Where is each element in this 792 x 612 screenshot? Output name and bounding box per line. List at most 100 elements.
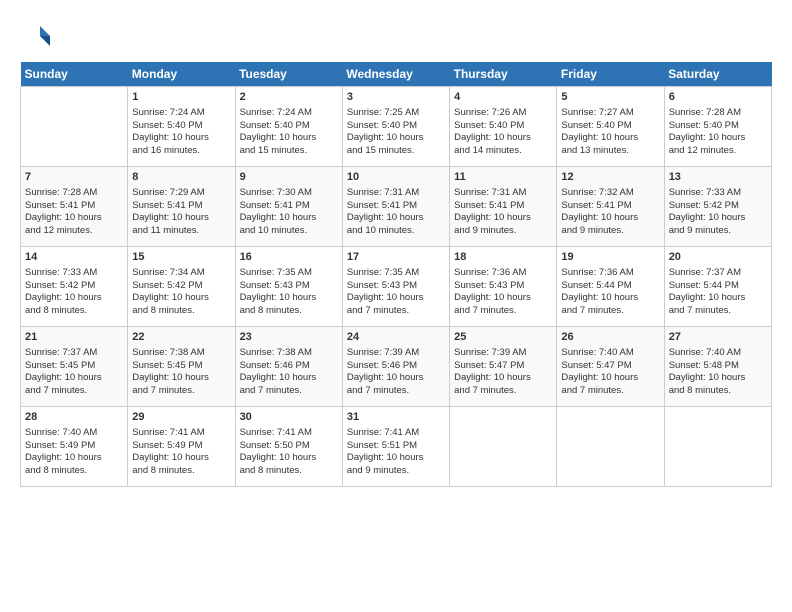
calendar-day-cell: 4Sunrise: 7:26 AM Sunset: 5:40 PM Daylig… (450, 87, 557, 167)
day-number: 9 (240, 170, 338, 185)
calendar-header-cell: Saturday (664, 62, 771, 87)
calendar-day-cell: 3 Sunrise: 7:25 AM Sunset: 5:40 PM Daylig… (342, 87, 449, 167)
calendar-week-row: 21 Sunrise: 7:37 AM Sunset: 5:45 PM Dayli… (21, 327, 772, 407)
day-number: 31 (347, 410, 445, 425)
day-number: 11 (454, 170, 552, 185)
calendar-day-cell: 30Sunrise: 7:41 AM Sunset: 5:50 PM Dayli… (235, 407, 342, 487)
day-number: 13 (669, 170, 767, 185)
day-number: 2 (240, 90, 338, 105)
calendar-day-cell: 13 Sunrise: 7:33 AM Sunset: 5:42 PM Dayli… (664, 167, 771, 247)
calendar-week-row: 14 Sunrise: 7:33 AM Sunset: 5:42 PM Dayli… (21, 247, 772, 327)
calendar-header-cell: Monday (128, 62, 235, 87)
day-info: Sunrise: 7:29 AM Sunset: 5:41 PM Dayligh… (132, 187, 230, 238)
page-container: SundayMondayTuesdayWednesdayThursdayFrid… (0, 0, 792, 497)
calendar-header-cell: Thursday (450, 62, 557, 87)
day-info: Sunrise: 7:34 AM Sunset: 5:42 PM Dayligh… (132, 267, 230, 318)
calendar-header-cell: Wednesday (342, 62, 449, 87)
calendar-day-cell (557, 407, 664, 487)
day-info: Sunrise: 7:39 AM Sunset: 5:46 PM Dayligh… (347, 347, 445, 398)
day-info: Sunrise: 7:38 AM Sunset: 5:45 PM Dayligh… (132, 347, 230, 398)
calendar-header-cell: Sunday (21, 62, 128, 87)
day-info: Sunrise: 7:39 AM Sunset: 5:47 PM Dayligh… (454, 347, 552, 398)
day-info: Sunrise: 7:35 AM Sunset: 5:43 PM Dayligh… (347, 267, 445, 318)
day-number: 8 (132, 170, 230, 185)
day-number: 24 (347, 330, 445, 345)
day-number: 28 (25, 410, 123, 425)
day-number: 22 (132, 330, 230, 345)
calendar-day-cell (450, 407, 557, 487)
calendar-day-cell: 29 Sunrise: 7:41 AM Sunset: 5:49 PM Dayli… (128, 407, 235, 487)
day-info: Sunrise: 7:35 AM Sunset: 5:43 PM Dayligh… (240, 267, 338, 318)
calendar-day-cell (664, 407, 771, 487)
day-info: Sunrise: 7:41 AM Sunset: 5:49 PM Dayligh… (132, 427, 230, 478)
calendar-day-cell: 14 Sunrise: 7:33 AM Sunset: 5:42 PM Dayli… (21, 247, 128, 327)
day-number: 5 (561, 90, 659, 105)
day-info: Sunrise: 7:31 AM Sunset: 5:41 PM Dayligh… (454, 187, 552, 238)
day-info: Sunrise: 7:41 AM Sunset: 5:50 PM Dayligh… (240, 427, 338, 478)
day-info: Sunrise: 7:37 AM Sunset: 5:45 PM Dayligh… (25, 347, 123, 398)
calendar-header-cell: Friday (557, 62, 664, 87)
calendar-day-cell: 5Sunrise: 7:27 AM Sunset: 5:40 PM Daylig… (557, 87, 664, 167)
day-number: 14 (25, 250, 123, 265)
calendar-day-cell: 18Sunrise: 7:36 AM Sunset: 5:43 PM Dayli… (450, 247, 557, 327)
calendar-day-cell: 25 Sunrise: 7:39 AM Sunset: 5:47 PM Dayli… (450, 327, 557, 407)
day-info: Sunrise: 7:24 AM Sunset: 5:40 PM Dayligh… (240, 107, 338, 158)
calendar-day-cell: 11 Sunrise: 7:31 AM Sunset: 5:41 PM Dayli… (450, 167, 557, 247)
day-info: Sunrise: 7:36 AM Sunset: 5:44 PM Dayligh… (561, 267, 659, 318)
calendar-day-cell: 7 Sunrise: 7:28 AM Sunset: 5:41 PM Daylig… (21, 167, 128, 247)
day-info: Sunrise: 7:28 AM Sunset: 5:40 PM Dayligh… (669, 107, 767, 158)
day-number: 15 (132, 250, 230, 265)
day-number: 27 (669, 330, 767, 345)
day-info: Sunrise: 7:37 AM Sunset: 5:44 PM Dayligh… (669, 267, 767, 318)
logo (20, 22, 53, 52)
calendar-day-cell: 20Sunrise: 7:37 AM Sunset: 5:44 PM Dayli… (664, 247, 771, 327)
day-info: Sunrise: 7:40 AM Sunset: 5:48 PM Dayligh… (669, 347, 767, 398)
calendar-day-cell: 6 Sunrise: 7:28 AM Sunset: 5:40 PM Daylig… (664, 87, 771, 167)
day-info: Sunrise: 7:31 AM Sunset: 5:41 PM Dayligh… (347, 187, 445, 238)
calendar-body: 1 Sunrise: 7:24 AM Sunset: 5:40 PM Daylig… (21, 87, 772, 487)
day-number: 12 (561, 170, 659, 185)
calendar-day-cell: 27 Sunrise: 7:40 AM Sunset: 5:48 PM Dayli… (664, 327, 771, 407)
calendar-day-cell: 16 Sunrise: 7:35 AM Sunset: 5:43 PM Dayli… (235, 247, 342, 327)
calendar-day-cell: 19Sunrise: 7:36 AM Sunset: 5:44 PM Dayli… (557, 247, 664, 327)
calendar-week-row: 28 Sunrise: 7:40 AM Sunset: 5:49 PM Dayli… (21, 407, 772, 487)
day-number: 21 (25, 330, 123, 345)
calendar-header-row: SundayMondayTuesdayWednesdayThursdayFrid… (21, 62, 772, 87)
day-number: 29 (132, 410, 230, 425)
calendar-day-cell: 10 Sunrise: 7:31 AM Sunset: 5:41 PM Dayli… (342, 167, 449, 247)
calendar-day-cell: 9Sunrise: 7:30 AM Sunset: 5:41 PM Daylig… (235, 167, 342, 247)
calendar-day-cell: 23Sunrise: 7:38 AM Sunset: 5:46 PM Dayli… (235, 327, 342, 407)
day-number: 23 (240, 330, 338, 345)
day-number: 6 (669, 90, 767, 105)
day-number: 17 (347, 250, 445, 265)
day-number: 3 (347, 90, 445, 105)
calendar-week-row: 7 Sunrise: 7:28 AM Sunset: 5:41 PM Daylig… (21, 167, 772, 247)
day-number: 1 (132, 90, 230, 105)
day-info: Sunrise: 7:26 AM Sunset: 5:40 PM Dayligh… (454, 107, 552, 158)
calendar-day-cell: 1Sunrise: 7:24 AM Sunset: 5:40 PM Daylig… (128, 87, 235, 167)
calendar-day-cell: 31Sunrise: 7:41 AM Sunset: 5:51 PM Dayli… (342, 407, 449, 487)
day-info: Sunrise: 7:32 AM Sunset: 5:41 PM Dayligh… (561, 187, 659, 238)
day-number: 25 (454, 330, 552, 345)
day-info: Sunrise: 7:40 AM Sunset: 5:49 PM Dayligh… (25, 427, 123, 478)
day-number: 7 (25, 170, 123, 185)
calendar-day-cell: 24 Sunrise: 7:39 AM Sunset: 5:46 PM Dayli… (342, 327, 449, 407)
calendar-day-cell: 28 Sunrise: 7:40 AM Sunset: 5:49 PM Dayli… (21, 407, 128, 487)
calendar-day-cell: 15 Sunrise: 7:34 AM Sunset: 5:42 PM Dayli… (128, 247, 235, 327)
calendar-table: SundayMondayTuesdayWednesdayThursdayFrid… (20, 62, 772, 487)
day-info: Sunrise: 7:28 AM Sunset: 5:41 PM Dayligh… (25, 187, 123, 238)
day-info: Sunrise: 7:33 AM Sunset: 5:42 PM Dayligh… (669, 187, 767, 238)
calendar-day-cell (21, 87, 128, 167)
calendar-header-cell: Tuesday (235, 62, 342, 87)
calendar-day-cell: 22 Sunrise: 7:38 AM Sunset: 5:45 PM Dayli… (128, 327, 235, 407)
day-number: 10 (347, 170, 445, 185)
logo-icon (20, 22, 50, 52)
day-number: 18 (454, 250, 552, 265)
calendar-day-cell: 17 Sunrise: 7:35 AM Sunset: 5:43 PM Dayli… (342, 247, 449, 327)
day-info: Sunrise: 7:25 AM Sunset: 5:40 PM Dayligh… (347, 107, 445, 158)
day-number: 16 (240, 250, 338, 265)
day-info: Sunrise: 7:40 AM Sunset: 5:47 PM Dayligh… (561, 347, 659, 398)
calendar-day-cell: 12 Sunrise: 7:32 AM Sunset: 5:41 PM Dayli… (557, 167, 664, 247)
calendar-week-row: 1 Sunrise: 7:24 AM Sunset: 5:40 PM Daylig… (21, 87, 772, 167)
day-info: Sunrise: 7:33 AM Sunset: 5:42 PM Dayligh… (25, 267, 123, 318)
